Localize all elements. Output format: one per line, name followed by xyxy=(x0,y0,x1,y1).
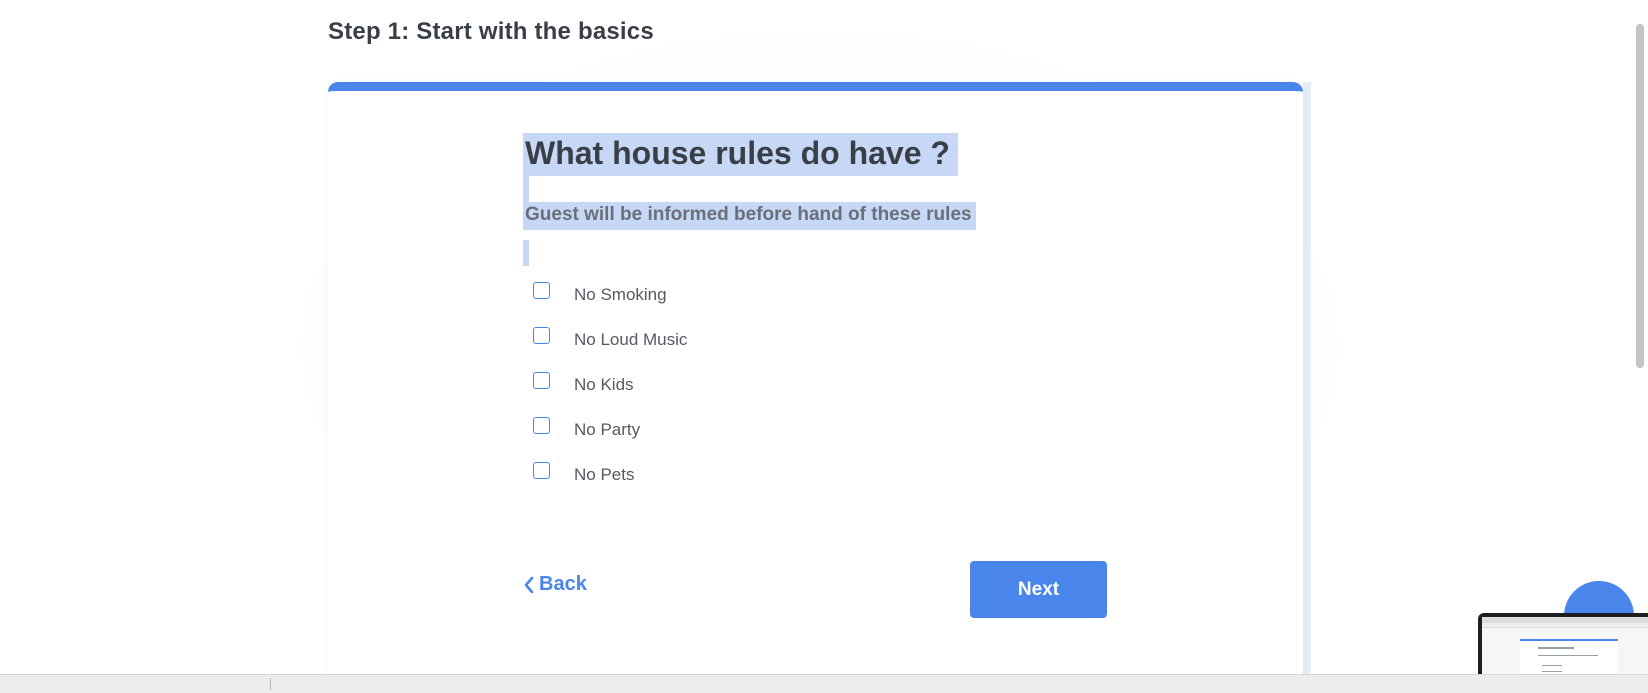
back-label: Back xyxy=(539,573,587,595)
bottom-status-bar xyxy=(0,674,1648,693)
text-selection-highlight xyxy=(523,176,529,202)
card-edge xyxy=(1303,82,1311,675)
house-rules-card: What house rules do have ? Guest will be… xyxy=(328,82,1303,693)
checkbox[interactable] xyxy=(533,372,550,389)
page-scrollbar[interactable] xyxy=(1636,24,1644,368)
option-no-party[interactable]: No Party xyxy=(533,407,687,452)
divider xyxy=(270,678,271,690)
option-label[interactable]: No Pets xyxy=(574,465,634,485)
step-title: Step 1: Start with the basics xyxy=(328,18,654,45)
checkbox[interactable] xyxy=(533,417,550,434)
chevron-left-icon xyxy=(524,576,534,593)
option-no-loud-music[interactable]: No Loud Music xyxy=(533,317,687,362)
option-no-pets[interactable]: No Pets xyxy=(533,452,687,497)
text-selection-highlight xyxy=(523,240,529,266)
checkbox[interactable] xyxy=(533,327,550,344)
house-rules-options: No Smoking No Loud Music No Kids No Part… xyxy=(533,272,687,497)
option-label[interactable]: No Loud Music xyxy=(574,330,687,350)
back-button[interactable]: Back xyxy=(523,573,587,596)
option-no-kids[interactable]: No Kids xyxy=(533,362,687,407)
next-button[interactable]: Next xyxy=(970,561,1107,618)
option-label[interactable]: No Smoking xyxy=(574,285,667,305)
option-label[interactable]: No Kids xyxy=(574,375,634,395)
question-subtitle: Guest will be informed before hand of th… xyxy=(523,202,976,230)
option-label[interactable]: No Party xyxy=(574,420,640,440)
checkbox[interactable] xyxy=(533,462,550,479)
question-heading: What house rules do have ? xyxy=(523,133,958,176)
checkbox[interactable] xyxy=(533,282,550,299)
option-no-smoking[interactable]: No Smoking xyxy=(533,272,687,317)
